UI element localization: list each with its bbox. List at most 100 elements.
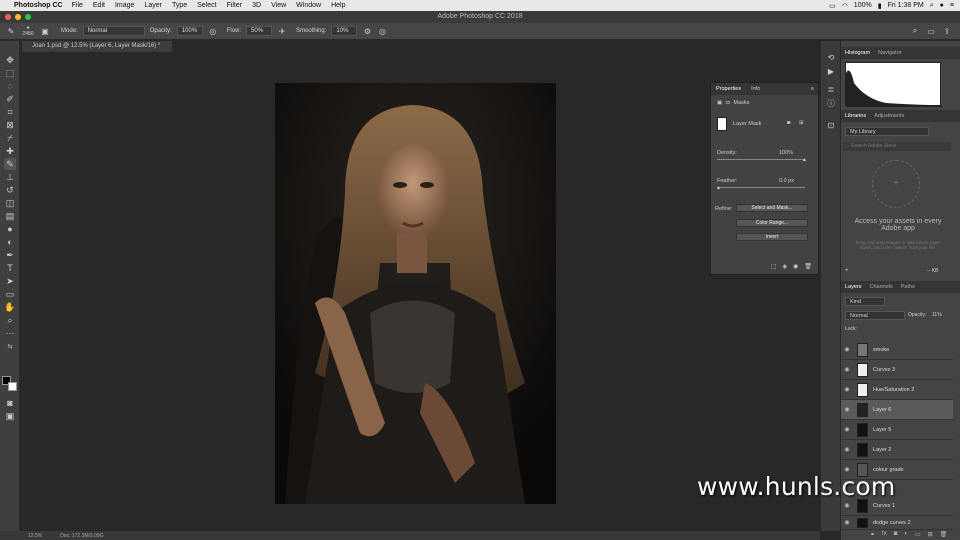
menu-3d[interactable]: 3D <box>252 2 261 9</box>
smoothing-settings-icon[interactable]: ⚙ <box>362 26 372 36</box>
frame-tool-icon[interactable]: ⊠ <box>4 119 16 131</box>
vector-mask-icon[interactable]: ◘ <box>726 100 729 106</box>
marquee-tool-icon[interactable]: ⬚ <box>4 67 16 79</box>
cast-icon[interactable]: ▭ <box>829 2 836 10</box>
app-menu[interactable]: Photoshop CC <box>14 2 63 9</box>
layer-row[interactable]: ◉ Layer 5 <box>841 420 953 440</box>
swap-colors-icon[interactable]: ⇆ <box>4 341 16 353</box>
density-slider[interactable] <box>717 159 805 160</box>
tab-libraries[interactable]: Libraries <box>845 113 866 119</box>
layer-name[interactable]: Curves 1 <box>873 503 895 509</box>
feather-value[interactable]: 0.0 px <box>779 178 794 184</box>
delete-layer-icon[interactable]: 🗑 <box>940 531 948 540</box>
screen-mode-icon[interactable]: ▣ <box>4 410 16 422</box>
layer-style-icon[interactable]: fx <box>882 531 887 540</box>
workspace-icon[interactable]: ▭ <box>926 26 936 36</box>
tab-adjustments[interactable]: Adjustments <box>874 113 904 119</box>
document-tab[interactable]: Joan 1.psd @ 12.5% (Layer 6, Layer Mask/… <box>22 41 172 52</box>
actions-icon[interactable]: ▶ <box>826 67 836 77</box>
clone-stamp-tool-icon[interactable]: ⊥ <box>4 171 16 183</box>
share-icon[interactable]: ⇪ <box>942 26 952 36</box>
battery-percent[interactable]: 100% <box>854 2 872 9</box>
delete-mask-icon[interactable]: 🗑 <box>804 263 812 270</box>
move-tool-icon[interactable]: ✥ <box>4 54 16 66</box>
more-tools-icon[interactable]: ··· <box>4 327 16 339</box>
link-layers-icon[interactable]: ⚭ <box>870 531 875 540</box>
visibility-eye-icon[interactable]: ◉ <box>841 446 853 453</box>
stock-search-input[interactable]: Search Adobe Stock <box>843 142 951 151</box>
crop-tool-icon[interactable]: ⌗ <box>4 106 16 118</box>
zoom-level[interactable]: 12.5% <box>28 533 42 539</box>
menu-file[interactable]: File <box>72 2 83 9</box>
layer-row[interactable]: ◉ dodge curves 2 <box>841 516 953 530</box>
wifi-icon[interactable]: ◠ <box>842 2 848 10</box>
density-slider-handle[interactable]: ▲ <box>802 157 807 163</box>
history-brush-tool-icon[interactable]: ↺ <box>4 184 16 196</box>
glyphs-icon[interactable]: ⊡ <box>826 121 836 131</box>
layer-name[interactable]: Curves 3 <box>873 367 895 373</box>
search-icon[interactable]: ⌕ <box>910 26 920 36</box>
brush-preset-picker[interactable]: ● 2480 <box>21 25 35 37</box>
layer-name[interactable]: Layer 2 <box>873 447 891 453</box>
properties-icon[interactable]: ≣ <box>826 85 836 95</box>
tab-histogram[interactable]: Histogram <box>845 50 870 56</box>
density-value[interactable]: 100% <box>779 150 793 156</box>
layer-row-selected[interactable]: ◉ Layer 6 <box>841 400 953 420</box>
brush-settings-icon[interactable]: ▣ <box>40 26 50 36</box>
brush-tool-icon[interactable]: ✎ <box>6 26 16 36</box>
layer-mask-thumbnail[interactable] <box>717 117 727 131</box>
visibility-eye-icon[interactable]: ◉ <box>841 406 853 413</box>
menu-help[interactable]: Help <box>331 2 345 9</box>
layer-row[interactable]: ◉ Curves 3 <box>841 360 953 380</box>
feather-slider[interactable] <box>717 187 805 188</box>
zoom-tool-icon[interactable]: ⌕ <box>4 314 16 326</box>
layer-name[interactable]: Layer 5 <box>873 427 891 433</box>
menu-type[interactable]: Type <box>172 2 187 9</box>
menu-window[interactable]: Window <box>296 2 321 9</box>
invert-button[interactable]: Invert <box>736 233 808 241</box>
pressure-size-icon[interactable]: ◎ <box>377 26 387 36</box>
search-icon[interactable]: ⌕ <box>930 2 934 10</box>
layer-row[interactable]: ◉ Hue/Saturation 2 <box>841 380 953 400</box>
smoothing-field[interactable]: 10% <box>331 26 358 36</box>
menu-filter[interactable]: Filter <box>227 2 243 9</box>
dodge-tool-icon[interactable]: ◐ <box>4 236 16 248</box>
doc-size[interactable]: Doc: 172.3M/3.09G <box>60 533 103 539</box>
new-adjustment-icon[interactable]: ◐ <box>904 531 908 540</box>
flow-field[interactable]: 50% <box>246 26 273 36</box>
tab-navigator[interactable]: Navigator <box>878 50 902 56</box>
menu-list-icon[interactable]: ≡ <box>950 2 954 9</box>
user-icon[interactable]: ● <box>940 2 944 9</box>
menu-layer[interactable]: Layer <box>144 2 162 9</box>
opacity-field[interactable]: 100% <box>176 26 203 36</box>
add-asset-icon[interactable]: + <box>872 160 920 208</box>
layer-filter-kind[interactable]: Kind <box>845 297 885 306</box>
gradient-tool-icon[interactable]: ▤ <box>4 210 16 222</box>
history-icon[interactable]: ⟲ <box>826 53 836 63</box>
layer-name[interactable]: Hue/Saturation 2 <box>873 387 914 393</box>
airbrush-icon[interactable]: ✈ <box>277 26 287 36</box>
pressure-opacity-icon[interactable]: ◎ <box>208 26 218 36</box>
panel-menu-icon[interactable]: ≡ <box>811 86 818 92</box>
tab-paths[interactable]: Paths <box>901 284 915 290</box>
pixel-mask-icon[interactable]: ▣ <box>717 100 722 106</box>
new-layer-icon[interactable]: ⊞ <box>928 531 933 540</box>
visibility-eye-icon[interactable]: ◉ <box>841 502 853 509</box>
visibility-eye-icon[interactable]: ◉ <box>841 386 853 393</box>
tab-properties[interactable]: Properties <box>716 86 741 92</box>
path-select-tool-icon[interactable]: ➤ <box>4 275 16 287</box>
select-mask-icon[interactable]: ◙ <box>787 120 790 126</box>
layer-row[interactable]: ◉ Layer 2 <box>841 440 953 460</box>
library-add-icon[interactable]: + <box>845 268 849 274</box>
feather-slider-handle[interactable]: ▲ <box>716 185 721 191</box>
blend-mode-select[interactable]: Normal <box>845 311 905 320</box>
pen-tool-icon[interactable]: ✒ <box>4 249 16 261</box>
layer-name[interactable]: smoke <box>873 347 889 353</box>
background-color-swatch[interactable] <box>8 382 17 391</box>
toggle-mask-icon[interactable]: ◉ <box>793 263 798 270</box>
type-tool-icon[interactable]: T <box>4 262 16 274</box>
tab-channels[interactable]: Channels <box>870 284 893 290</box>
color-range-button[interactable]: Color Range... <box>736 219 808 227</box>
new-group-icon[interactable]: ▭ <box>915 531 921 540</box>
quick-mask-icon[interactable]: ◙ <box>4 397 16 409</box>
